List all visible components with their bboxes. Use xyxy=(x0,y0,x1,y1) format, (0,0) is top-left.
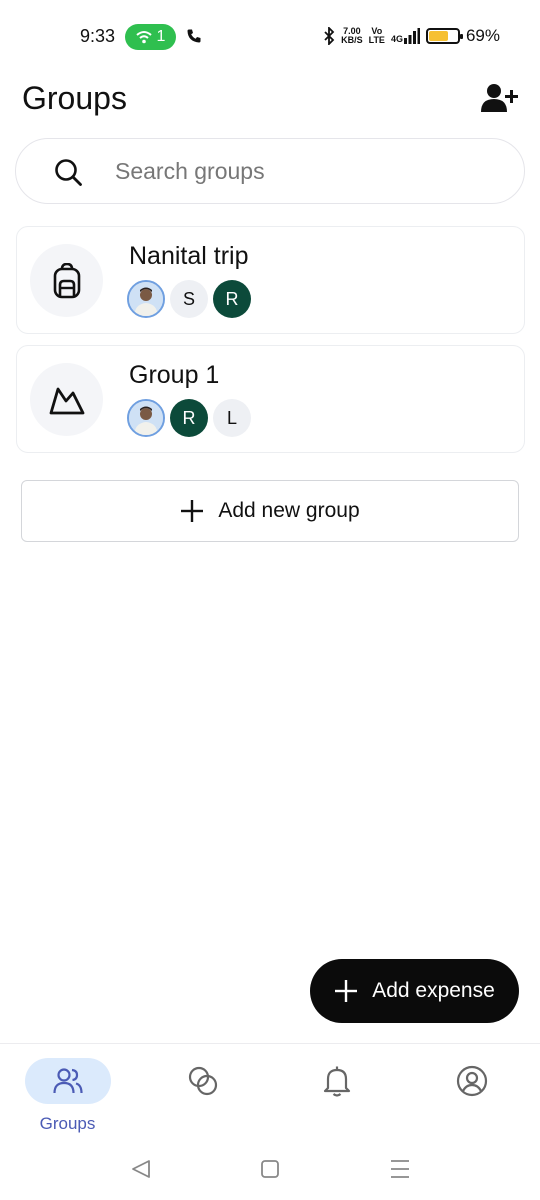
member-avatar: R xyxy=(170,399,208,437)
status-right-group: 7.00 KB/S Vo LTE 4G 69% xyxy=(323,26,500,46)
group-name: Group 1 xyxy=(129,361,220,389)
add-person-icon xyxy=(481,84,518,112)
account-icon xyxy=(456,1065,488,1097)
back-triangle-icon[interactable] xyxy=(129,1157,153,1181)
people-icon xyxy=(53,1068,83,1094)
mountain-icon xyxy=(49,387,84,414)
bluetooth-icon xyxy=(324,27,335,45)
add-new-group-button[interactable]: Add new group xyxy=(21,480,519,542)
plus-icon xyxy=(181,500,204,522)
group-card-nanital-trip[interactable]: Nanital trip S R xyxy=(16,226,525,334)
volte-indicator: Vo LTE xyxy=(369,27,385,45)
member-avatar-photo xyxy=(127,399,165,437)
member-avatar: L xyxy=(213,399,251,437)
member-avatars: R L xyxy=(127,399,251,437)
hotspot-badge: 1 xyxy=(125,24,176,50)
person-photo-icon xyxy=(129,282,163,316)
add-friend-button[interactable] xyxy=(478,78,522,118)
net-speed-unit: KB/S xyxy=(341,35,363,45)
add-expense-button[interactable]: Add expense xyxy=(310,959,519,1023)
phone-call-icon xyxy=(187,29,201,43)
net-speed: 7.00 KB/S xyxy=(341,27,363,45)
volte-bottom: LTE xyxy=(368,35,385,45)
network-type: 4G xyxy=(390,34,403,44)
search-bar[interactable] xyxy=(15,138,525,204)
bell-icon xyxy=(323,1066,351,1097)
group-avatar xyxy=(30,244,103,317)
system-nav-bar xyxy=(0,1143,540,1200)
add-expense-label: Add expense xyxy=(372,979,495,1002)
nav-tab-account[interactable] xyxy=(429,1058,515,1104)
battery-icon xyxy=(425,28,463,44)
add-new-group-label: Add new group xyxy=(218,499,360,522)
signal-group: 4G xyxy=(391,28,420,44)
hotspot-count: 1 xyxy=(156,28,166,45)
group-name: Nanital trip xyxy=(129,242,249,270)
battery-percent: 69% xyxy=(465,26,500,45)
nav-tab-notifications[interactable] xyxy=(294,1058,380,1104)
status-time: 9:33 xyxy=(80,26,116,46)
bottom-nav: Groups xyxy=(0,1043,540,1143)
nav-tab-groups[interactable] xyxy=(25,1058,111,1104)
group-card-group-1[interactable]: Group 1 R L xyxy=(16,345,525,453)
search-icon xyxy=(55,159,82,186)
member-avatar: R xyxy=(213,280,251,318)
nav-tab-activity[interactable] xyxy=(160,1058,246,1104)
battery-fill xyxy=(428,31,449,41)
backpack-icon xyxy=(53,262,80,298)
member-avatars: S R xyxy=(127,280,251,318)
activity-circles-icon xyxy=(188,1066,218,1096)
signal-bars-icon xyxy=(403,28,420,44)
member-avatar: S xyxy=(170,280,208,318)
plus-icon xyxy=(335,980,358,1002)
wifi-hotspot-icon xyxy=(135,31,152,44)
home-square-icon[interactable] xyxy=(258,1157,282,1181)
member-avatar-photo xyxy=(127,280,165,318)
group-avatar xyxy=(30,363,103,436)
search-input[interactable] xyxy=(115,139,495,203)
status-bar: 9:33 1 7.00 KB/S Vo LTE 4G 69% xyxy=(0,0,540,72)
person-photo-icon xyxy=(129,401,163,435)
recents-menu-icon[interactable] xyxy=(388,1157,412,1181)
page-title: Groups xyxy=(22,80,127,116)
nav-label-groups: Groups xyxy=(39,1114,96,1133)
